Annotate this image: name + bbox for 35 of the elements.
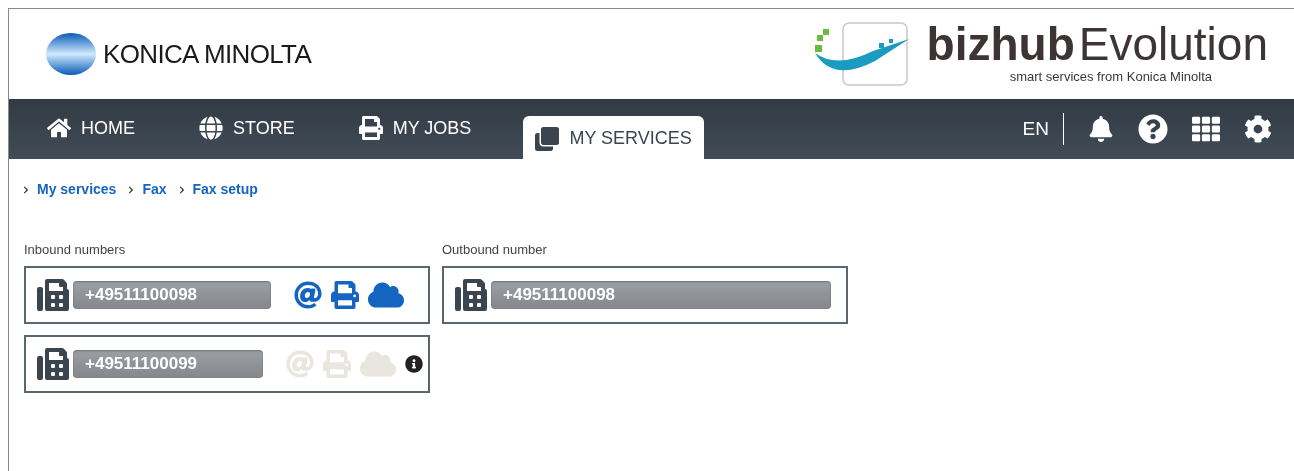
apps-grid-icon[interactable]	[1192, 115, 1220, 143]
chevron-icon	[178, 185, 185, 194]
breadcrumb-link[interactable]: My services	[37, 179, 117, 200]
tagline: smart services from Konica Minolta	[1009, 68, 1212, 87]
number-field: +49511100098	[491, 280, 831, 309]
printer-icon[interactable]	[330, 280, 360, 309]
copy-icon	[535, 126, 560, 151]
product-name: Evolution	[1078, 21, 1268, 68]
section-label: Outbound number	[442, 241, 548, 259]
help-icon[interactable]	[1138, 114, 1168, 144]
chevron-icon	[128, 185, 135, 194]
at-sign-icon[interactable]	[294, 280, 322, 309]
fax-icon	[454, 278, 488, 311]
info-icon[interactable]	[405, 354, 423, 373]
number-field: +49511100099	[73, 349, 263, 378]
company-name: KONICA MINOLTA	[103, 37, 312, 71]
fax-icon	[36, 278, 70, 311]
breadcrumb-link[interactable]: Fax setup	[192, 179, 258, 200]
section-label: Inbound numbers	[24, 241, 127, 259]
language-selector[interactable]: EN	[1022, 113, 1064, 145]
nav-tab[interactable]: STORE	[187, 99, 307, 159]
product-name: bizhub	[926, 21, 1075, 68]
settings-icon[interactable]	[1244, 115, 1272, 143]
nav-tab[interactable]: MY JOBS	[346, 99, 484, 159]
home-icon	[47, 116, 71, 140]
chevron-icon	[23, 185, 29, 194]
breadcrumb-link[interactable]: Fax	[142, 179, 167, 200]
fax-icon	[36, 347, 70, 380]
globe-icon	[199, 116, 223, 140]
logo-icon	[45, 32, 97, 76]
printer-icon	[358, 116, 383, 140]
nav-tab[interactable]: HOME	[35, 99, 147, 159]
number-field: +49511100098	[73, 280, 271, 309]
nav-tab[interactable]: MY SERVICES	[523, 116, 704, 159]
notification-bell-icon[interactable]	[1088, 116, 1114, 142]
